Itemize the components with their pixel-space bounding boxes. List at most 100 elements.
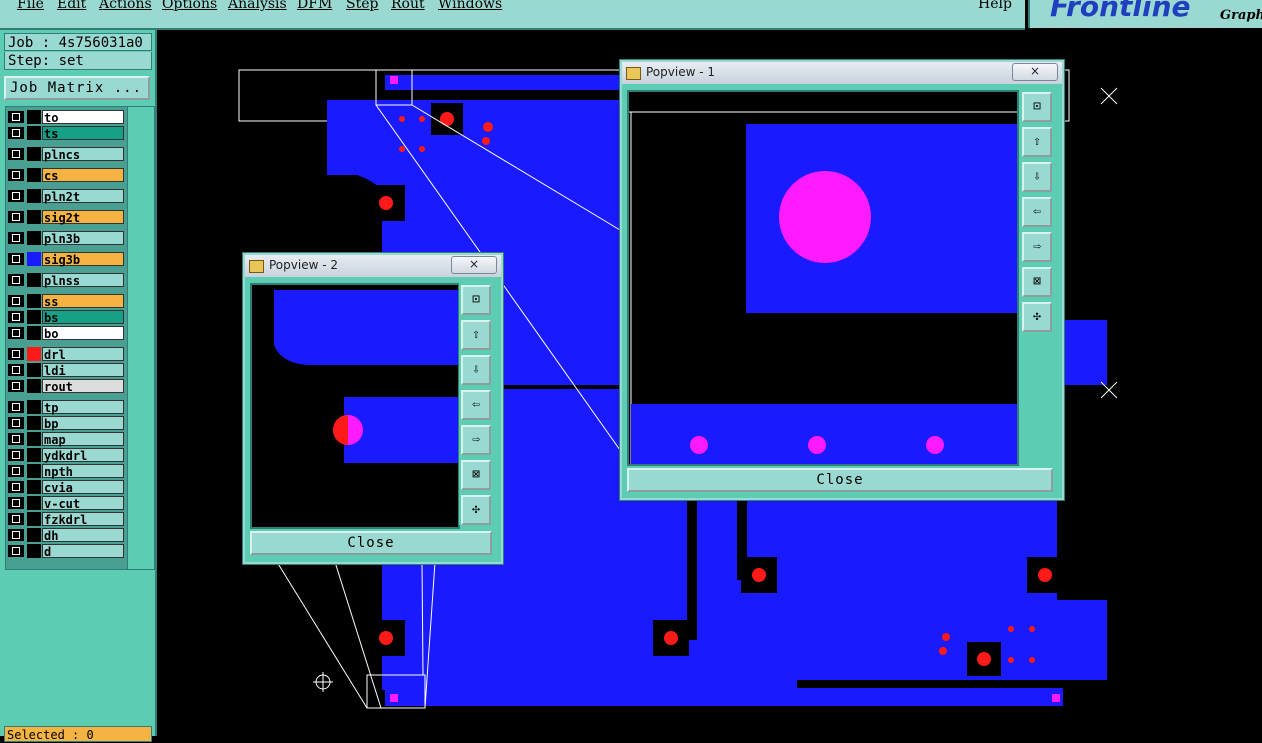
layer-row-npth[interactable]: npth xyxy=(6,464,128,479)
layer-row-fzkdrl[interactable]: fzkdrl xyxy=(6,512,128,527)
layer-color-swatch[interactable] xyxy=(27,480,41,494)
popview-2-titlebar[interactable]: Popview - 2 × xyxy=(245,255,501,277)
popview-2-close-button[interactable]: Close xyxy=(250,531,492,555)
layer-checkbox[interactable] xyxy=(8,169,24,181)
layer-name[interactable]: bo xyxy=(42,326,124,341)
layer-name[interactable]: map xyxy=(42,432,124,447)
popview-1-close-icon[interactable]: × xyxy=(1012,63,1058,81)
layer-row-bo[interactable]: bo xyxy=(6,326,128,341)
layer-row-ts[interactable]: ts xyxy=(6,126,128,141)
layer-color-swatch[interactable] xyxy=(27,210,41,224)
pan-left-icon[interactable]: ⇦ xyxy=(1022,197,1052,227)
layer-checkbox[interactable] xyxy=(8,211,24,223)
layer-name[interactable]: cvia xyxy=(42,480,124,495)
layer-checkbox[interactable] xyxy=(8,513,24,525)
layer-row-dh[interactable]: dh xyxy=(6,528,128,543)
layer-color-swatch[interactable] xyxy=(27,168,41,182)
layer-name[interactable]: plnss xyxy=(42,273,124,288)
layer-name[interactable]: pln2t xyxy=(42,189,124,204)
layer-color-swatch[interactable] xyxy=(27,294,41,308)
pan-up-icon[interactable]: ⇧ xyxy=(1022,127,1052,157)
layer-name[interactable]: bp xyxy=(42,416,124,431)
layer-row-drl[interactable]: drl xyxy=(6,347,128,362)
layer-checkbox[interactable] xyxy=(8,295,24,307)
layer-name[interactable]: drl xyxy=(42,347,124,362)
layer-color-swatch[interactable] xyxy=(27,400,41,414)
layer-checkbox[interactable] xyxy=(8,529,24,541)
layer-color-swatch[interactable] xyxy=(27,448,41,462)
layer-checkbox[interactable] xyxy=(8,417,24,429)
layer-checkbox[interactable] xyxy=(8,274,24,286)
layer-name[interactable]: sig3b xyxy=(42,252,124,267)
zoom-in-icon[interactable]: ⊠ xyxy=(461,460,491,490)
layer-name[interactable]: tp xyxy=(42,400,124,415)
layer-checkbox[interactable] xyxy=(8,433,24,445)
layer-row-bs[interactable]: bs xyxy=(6,310,128,325)
layer-row-plnss[interactable]: plnss xyxy=(6,273,128,288)
menu-rout[interactable]: Rout xyxy=(391,0,425,12)
layer-name[interactable]: sig2t xyxy=(42,210,124,225)
zoom-fit-icon[interactable]: ⊡ xyxy=(461,285,491,315)
layer-name[interactable]: bs xyxy=(42,310,124,325)
zoom-out-icon[interactable]: ✣ xyxy=(461,495,491,525)
pan-right-icon[interactable]: ⇨ xyxy=(461,425,491,455)
layer-color-swatch[interactable] xyxy=(27,273,41,287)
popview-1-titlebar[interactable]: Popview - 1 × xyxy=(622,62,1062,84)
layer-checkbox[interactable] xyxy=(8,401,24,413)
pan-left-icon[interactable]: ⇦ xyxy=(461,390,491,420)
layer-checkbox[interactable] xyxy=(8,497,24,509)
layer-checkbox[interactable] xyxy=(8,465,24,477)
layer-checkbox[interactable] xyxy=(8,348,24,360)
job-matrix-button[interactable]: Job Matrix ... xyxy=(4,76,150,100)
layer-color-swatch[interactable] xyxy=(27,189,41,203)
layer-name[interactable]: ss xyxy=(42,294,124,309)
layer-row-sig2t[interactable]: sig2t xyxy=(6,210,128,225)
menu-edit[interactable]: Edit xyxy=(57,0,86,12)
layer-color-swatch[interactable] xyxy=(27,416,41,430)
layer-color-swatch[interactable] xyxy=(27,252,41,266)
layer-color-swatch[interactable] xyxy=(27,326,41,340)
pan-down-icon[interactable]: ⇩ xyxy=(461,355,491,385)
layer-name[interactable]: ldi xyxy=(42,363,124,378)
popview-1-view[interactable] xyxy=(627,90,1019,466)
layer-checkbox[interactable] xyxy=(8,127,24,139)
layer-name[interactable]: rout xyxy=(42,379,124,394)
layer-row-v-cut[interactable]: v-cut xyxy=(6,496,128,511)
layer-row-ldi[interactable]: ldi xyxy=(6,363,128,378)
layer-checkbox[interactable] xyxy=(8,545,24,557)
layer-row-bp[interactable]: bp xyxy=(6,416,128,431)
layer-color-swatch[interactable] xyxy=(27,512,41,526)
layer-color-swatch[interactable] xyxy=(27,379,41,393)
layer-row-plncs[interactable]: plncs xyxy=(6,147,128,162)
layer-name[interactable]: to xyxy=(42,110,124,125)
layer-name[interactable]: npth xyxy=(42,464,124,479)
layer-checkbox[interactable] xyxy=(8,364,24,376)
layer-checkbox[interactable] xyxy=(8,311,24,323)
layer-color-swatch[interactable] xyxy=(27,147,41,161)
zoom-out-icon[interactable]: ✣ xyxy=(1022,302,1052,332)
layer-color-swatch[interactable] xyxy=(27,432,41,446)
layer-checkbox[interactable] xyxy=(8,327,24,339)
menu-help[interactable]: Help xyxy=(978,0,1012,12)
layer-color-swatch[interactable] xyxy=(27,544,41,558)
layer-list-scrollbar[interactable] xyxy=(127,106,155,570)
menu-dfm[interactable]: DFM xyxy=(297,0,332,12)
layer-name[interactable]: d xyxy=(42,544,124,559)
layer-row-tp[interactable]: tp xyxy=(6,400,128,415)
layer-checkbox[interactable] xyxy=(8,481,24,493)
layer-name[interactable]: cs xyxy=(42,168,124,183)
pan-down-icon[interactable]: ⇩ xyxy=(1022,162,1052,192)
layer-row-to[interactable]: to xyxy=(6,110,128,125)
layer-name[interactable]: ts xyxy=(42,126,124,141)
layer-color-swatch[interactable] xyxy=(27,231,41,245)
layer-checkbox[interactable] xyxy=(8,148,24,160)
layer-row-ss[interactable]: ss xyxy=(6,294,128,309)
layer-row-pln3b[interactable]: pln3b xyxy=(6,231,128,246)
menu-analysis[interactable]: Analysis xyxy=(228,0,287,12)
popview-1-close-button[interactable]: Close xyxy=(627,468,1053,492)
menu-options[interactable]: Options xyxy=(162,0,217,12)
layer-color-swatch[interactable] xyxy=(27,110,41,124)
menu-actions[interactable]: Actions xyxy=(99,0,152,12)
layer-color-swatch[interactable] xyxy=(27,496,41,510)
layer-checkbox[interactable] xyxy=(8,232,24,244)
